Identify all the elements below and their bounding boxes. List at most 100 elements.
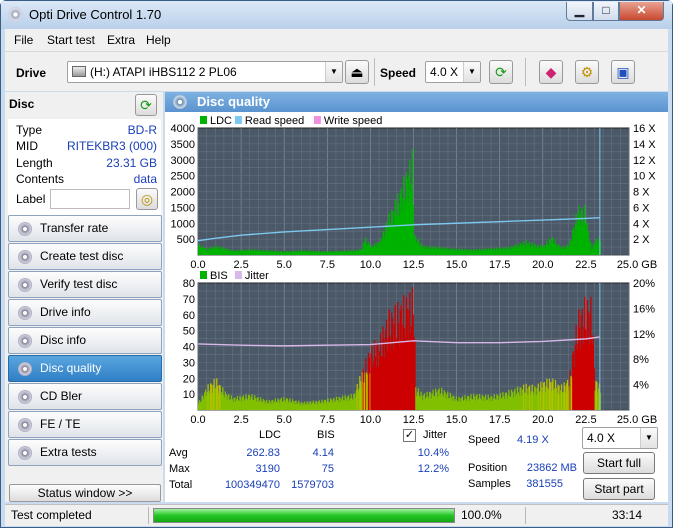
y-tick-label: 2000 [171, 187, 195, 199]
disc-icon [18, 418, 32, 432]
x-tick-label: 10.0 [360, 259, 381, 271]
y-tick-label: 4000 [171, 123, 195, 135]
eraser-icon: ◆ [545, 64, 557, 80]
section-header: Disc quality [165, 92, 668, 112]
save-icon: ▣ [616, 64, 630, 80]
speed-select[interactable]: 4.0 X ▼ [425, 61, 481, 83]
disc-label-input[interactable] [50, 189, 130, 209]
nav-drive-info[interactable]: Drive info [8, 299, 162, 326]
nav-disc-info[interactable]: Disc info [8, 327, 162, 354]
stats-total-label: Total [169, 479, 193, 491]
disc-icon [18, 446, 32, 460]
nav-label: Create test disc [40, 249, 124, 263]
x-tick-label: 5.0 [277, 414, 292, 426]
y2-tick-label: 16% [633, 303, 655, 315]
start-part-button[interactable]: Start part [583, 478, 655, 500]
stats-max-ldc: 3190 [255, 463, 280, 475]
menu-extra[interactable]: Extra [107, 33, 135, 47]
progress-fill [154, 509, 454, 522]
y-tick-label: 500 [177, 234, 195, 246]
y2-tick-label: 16 X [633, 123, 656, 135]
nav-label: Disc quality [40, 361, 102, 375]
toolbar: Drive (H:) ATAPI iHBS112 2 PL06 ▼ ⏏ Spee… [5, 51, 668, 91]
toolbar-divider [525, 58, 526, 86]
stats-col-bis: BIS [317, 429, 335, 441]
y-tick-label: 3000 [171, 155, 195, 167]
menu-start-test[interactable]: Start test [47, 33, 95, 47]
drive-select-value: (H:) ATAPI iHBS112 2 PL06 [90, 65, 237, 79]
close-button[interactable]: ✕ [619, 2, 664, 21]
title-bar: Opti Drive Control 1.70 ▁ □ ✕ [1, 1, 672, 29]
legend-swatch [234, 271, 242, 279]
settings-button[interactable]: ⚙ [575, 60, 599, 84]
nav-verify-test-disc[interactable]: Verify test disc [8, 271, 162, 298]
stats-max-label: Max [169, 463, 190, 475]
left-panel: Disc ⟳ Type BD-R MID RITEKBR3 (000) Leng… [5, 92, 163, 502]
stats-avg-bis: 4.14 [312, 447, 334, 459]
progress-bar [153, 508, 455, 523]
stats-avg-ldc: 262.83 [246, 447, 280, 459]
speed-label: Speed [380, 66, 417, 80]
minimize-button[interactable]: ▁ [566, 2, 593, 21]
disc-icon [18, 222, 32, 236]
status-bar: Test completed 100.0% 33:14 [5, 504, 668, 526]
legend-swatch [200, 271, 207, 279]
x-tick-label: 2.5 [233, 414, 248, 426]
speed-select-value: 4.0 X [430, 65, 459, 79]
menu-help[interactable]: Help [146, 33, 171, 47]
nav-disc-quality[interactable]: Disc quality [8, 355, 162, 382]
save-button[interactable]: ▣ [611, 60, 635, 84]
disc-mid-value: RITEKBR3 (000) [66, 139, 157, 153]
disc-type-label: Type [16, 123, 43, 137]
y-tick-label: 50 [183, 326, 195, 338]
drive-select[interactable]: (H:) ATAPI iHBS112 2 PL06 ▼ [67, 61, 343, 83]
nav-cd-bler[interactable]: CD Bler [8, 383, 162, 410]
status-divider [525, 507, 526, 524]
disc-quality-icon [173, 95, 187, 109]
legend-label: BIS [210, 270, 228, 282]
x-tick-label: 20.0 [532, 259, 553, 271]
disc-contents-label: Contents [16, 172, 65, 186]
menu-file[interactable]: File [14, 33, 33, 47]
status-window-button[interactable]: Status window >> [9, 484, 161, 502]
y2-tick-label: 12% [633, 329, 655, 341]
label-read-button[interactable]: ◎ [136, 188, 158, 210]
samples-label: Samples [468, 478, 511, 490]
y2-tick-label: 20% [633, 278, 655, 290]
eject-icon: ⏏ [350, 64, 364, 80]
legend-swatch [313, 116, 321, 124]
jitter-checkbox[interactable]: ✓ [403, 429, 416, 442]
test-speed-select[interactable]: 4.0 X ▼ [582, 427, 658, 449]
nav-transfer-rate[interactable]: Transfer rate [8, 215, 162, 242]
y-tick-label: 10 [183, 389, 195, 401]
y-tick-label: 3500 [171, 139, 195, 151]
y-tick-label: 1000 [171, 218, 195, 230]
disc-icon [18, 390, 32, 404]
y2-tick-label: 4% [633, 380, 649, 392]
x-tick-label: 7.5 [320, 259, 335, 271]
nav-fe-te[interactable]: FE / TE [8, 411, 162, 438]
disc-type-value: BD-R [127, 123, 157, 137]
stats-max-jitter: 12.2% [417, 463, 449, 475]
eject-button[interactable]: ⏏ [345, 60, 369, 84]
erase-button[interactable]: ◆ [539, 60, 563, 84]
x-tick-label: 0.0 [190, 259, 205, 271]
y-tick-label: 1500 [171, 202, 195, 214]
disc-length-label: Length [16, 156, 53, 170]
refresh-button[interactable]: ⟳ [489, 60, 513, 84]
y-tick-label: 60 [183, 310, 195, 322]
check-icon: ✓ [404, 429, 415, 441]
nav-create-test-disc[interactable]: Create test disc [8, 243, 162, 270]
chevron-down-icon: ▼ [640, 428, 657, 448]
nav-label: Verify test disc [40, 277, 118, 291]
nav-extra-tests[interactable]: Extra tests [8, 439, 162, 466]
maximize-button[interactable]: □ [593, 2, 619, 21]
y-tick-label: 70 [183, 294, 195, 306]
nav-label: Transfer rate [40, 221, 109, 235]
legend-label: Write speed [324, 115, 383, 127]
disc-icon [18, 362, 32, 376]
x-tick-label: 25.0 GB [617, 414, 657, 426]
status-text: Test completed [11, 508, 92, 522]
disc-refresh-button[interactable]: ⟳ [135, 94, 157, 116]
start-full-button[interactable]: Start full [583, 452, 655, 474]
